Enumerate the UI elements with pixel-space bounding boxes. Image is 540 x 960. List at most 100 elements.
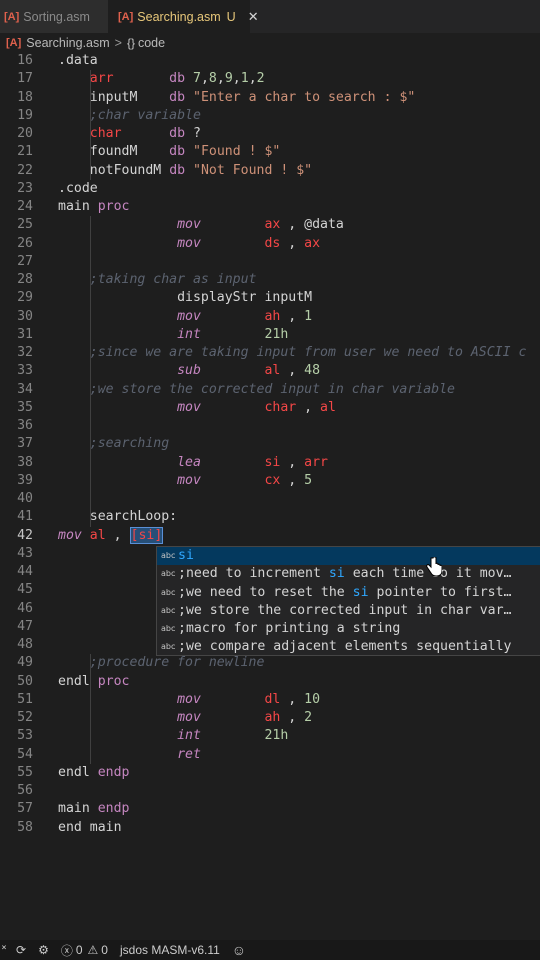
code-text[interactable]: lea si , arr bbox=[58, 454, 328, 472]
code-line[interactable]: 30 mov ah , 1 bbox=[0, 308, 540, 326]
code-line[interactable]: 27 bbox=[0, 253, 540, 271]
code-line[interactable]: 52 mov ah , 2 bbox=[0, 709, 540, 727]
close-tab-icon[interactable]: ✕ bbox=[248, 9, 259, 25]
code-text[interactable]: mov ds , ax bbox=[58, 235, 320, 253]
line-number: 34 bbox=[17, 381, 33, 397]
code-text[interactable]: ;since we are taking input from user we … bbox=[58, 344, 527, 362]
line-number: 18 bbox=[17, 89, 33, 105]
sync-icon[interactable]: ⟳ bbox=[16, 943, 26, 957]
code-line[interactable]: 28 ;taking char as input bbox=[0, 271, 540, 289]
suggestion-item[interactable]: abc ;we compare adjacent elements sequent… bbox=[157, 638, 540, 656]
code-text[interactable]: ;searching bbox=[58, 435, 169, 453]
code-text[interactable]: ;we store the corrected input in char va… bbox=[58, 381, 455, 399]
code-text[interactable]: arr db 7,8,9,1,2 bbox=[58, 70, 265, 88]
code-line[interactable]: 25 mov ax , @data bbox=[0, 216, 540, 234]
asm-file-icon: [A] bbox=[6, 36, 22, 49]
code-text[interactable]: int 21h bbox=[58, 727, 288, 745]
code-line[interactable]: 34 ;we store the corrected input in char… bbox=[0, 381, 540, 399]
code-line[interactable]: 17 arr db 7,8,9,1,2 bbox=[0, 70, 540, 88]
line-number: 41 bbox=[17, 509, 33, 525]
code-line[interactable]: 56 bbox=[0, 782, 540, 800]
feedback-smiley-icon[interactable]: ☺ bbox=[232, 942, 246, 958]
code-line[interactable]: 18 inputM db "Enter a char to search : $… bbox=[0, 89, 540, 107]
problems-indicator[interactable]: ⓧ 0 ⚠ 0 bbox=[61, 942, 108, 959]
code-line[interactable]: 38 lea si , arr bbox=[0, 454, 540, 472]
code-text[interactable]: inputM db "Enter a char to search : $" bbox=[58, 89, 416, 107]
code-line[interactable]: 32 ;since we are taking input from user … bbox=[0, 344, 540, 362]
code-text[interactable]: sub al , 48 bbox=[58, 362, 320, 380]
code-line[interactable]: 16 .data bbox=[0, 52, 540, 70]
code-line[interactable]: 35 mov char , al bbox=[0, 399, 540, 417]
breadcrumb-symbol[interactable]: code bbox=[138, 36, 165, 50]
remote-indicator-icon[interactable]: ˟ bbox=[2, 943, 6, 957]
line-number: 53 bbox=[17, 728, 33, 744]
code-text[interactable]: mov char , al bbox=[58, 399, 336, 417]
code-text[interactable]: ;procedure for newline bbox=[58, 654, 265, 672]
code-text[interactable]: endl endp bbox=[58, 764, 129, 782]
code-text[interactable]: ;char variable bbox=[58, 107, 201, 125]
tab-searching[interactable]: [A] Searching.asm U ✕ bbox=[108, 0, 259, 33]
extensions-icon[interactable]: ⚙ bbox=[38, 943, 49, 957]
code-editor[interactable]: 16 .data 17 arr db 7,8,9,1,2 18 inputM db "… bbox=[0, 52, 540, 840]
code-text[interactable]: foundM db "Found ! $" bbox=[58, 143, 281, 161]
code-text[interactable]: int 21h bbox=[58, 326, 288, 344]
code-text[interactable]: notFoundM db "Not Found ! $" bbox=[58, 162, 312, 180]
code-line[interactable]: 41 searchLoop: bbox=[0, 508, 540, 526]
code-line[interactable]: 58 end main bbox=[0, 819, 540, 837]
code-line[interactable]: 29 displayStr inputM bbox=[0, 289, 540, 307]
code-text[interactable]: searchLoop: bbox=[58, 508, 177, 526]
code-line[interactable]: 37 ;searching bbox=[0, 435, 540, 453]
code-line[interactable]: 42 mov al , [si] bbox=[0, 526, 540, 545]
suggestion-item[interactable]: abc ;we store the corrected input in char… bbox=[157, 602, 540, 620]
code-line[interactable]: 51 mov dl , 10 bbox=[0, 691, 540, 709]
code-text[interactable]: end main bbox=[58, 819, 122, 837]
suggestion-text: ;we compare adjacent elements sequential… bbox=[178, 639, 512, 655]
code-line[interactable]: 57 main endp bbox=[0, 800, 540, 818]
tab-sorting[interactable]: [A] Sorting.asm bbox=[0, 0, 108, 33]
code-text[interactable]: mov ax , @data bbox=[58, 216, 344, 234]
code-line[interactable]: 33 sub al , 48 bbox=[0, 362, 540, 380]
code-text[interactable]: ;taking char as input bbox=[58, 271, 257, 289]
code-line[interactable]: 36 bbox=[0, 417, 540, 435]
code-text[interactable]: displayStr inputM bbox=[58, 289, 312, 307]
tab-bar: [A] Sorting.asm [A] Searching.asm U ✕ bbox=[0, 0, 540, 33]
breadcrumb-file[interactable]: Searching.asm bbox=[26, 36, 109, 50]
code-line[interactable]: 23 .code bbox=[0, 180, 540, 198]
code-line[interactable]: 22 notFoundM db "Not Found ! $" bbox=[0, 162, 540, 180]
code-line[interactable]: 39 mov cx , 5 bbox=[0, 472, 540, 490]
suggestion-widget: abc si abc ;need to increment si each time … bbox=[156, 546, 540, 656]
code-line[interactable]: 20 char db ? bbox=[0, 125, 540, 143]
hand-pointer-icon bbox=[426, 557, 442, 577]
extension-status[interactable]: jsdos MASM-v6.11 bbox=[120, 943, 220, 957]
code-line[interactable]: 19 ;char variable bbox=[0, 107, 540, 125]
code-text[interactable]: mov ah , 2 bbox=[58, 709, 312, 727]
code-text[interactable]: endl proc bbox=[58, 673, 129, 691]
code-text[interactable]: mov ah , 1 bbox=[58, 308, 312, 326]
code-text[interactable]: mov dl , 10 bbox=[58, 691, 320, 709]
code-text[interactable]: main endp bbox=[58, 800, 129, 818]
code-line[interactable]: 21 foundM db "Found ! $" bbox=[0, 143, 540, 161]
code-line[interactable]: 55 endl endp bbox=[0, 764, 540, 782]
code-line[interactable]: 31 int 21h bbox=[0, 326, 540, 344]
code-text[interactable]: char db ? bbox=[58, 125, 201, 143]
code-text[interactable]: ret bbox=[58, 746, 201, 764]
line-number: 29 bbox=[17, 290, 33, 306]
code-line[interactable]: 40 bbox=[0, 490, 540, 508]
code-text[interactable]: mov al , [si] bbox=[58, 526, 164, 545]
code-line[interactable]: 49 ;procedure for newline bbox=[0, 654, 540, 672]
code-line[interactable]: 54 ret bbox=[0, 746, 540, 764]
asm-file-icon: [A] bbox=[118, 10, 134, 23]
suggestion-item[interactable]: abc ;macro for printing a string bbox=[157, 620, 540, 638]
code-text[interactable]: .data bbox=[58, 52, 98, 70]
code-text[interactable]: .code bbox=[58, 180, 98, 198]
code-text[interactable]: main proc bbox=[58, 198, 129, 216]
suggestion-item[interactable]: abc ;need to increment si each time so it… bbox=[157, 565, 540, 583]
suggestion-item[interactable]: abc si bbox=[157, 547, 540, 566]
code-line[interactable]: 53 int 21h bbox=[0, 727, 540, 745]
code-line[interactable]: 24 main proc bbox=[0, 198, 540, 216]
code-line[interactable]: 50 endl proc bbox=[0, 673, 540, 691]
code-line[interactable]: 26 mov ds , ax bbox=[0, 235, 540, 253]
asm-file-icon: [A] bbox=[4, 10, 20, 23]
code-text[interactable]: mov cx , 5 bbox=[58, 472, 312, 490]
suggestion-item[interactable]: abc ;we need to reset the si pointer to f… bbox=[157, 584, 540, 602]
